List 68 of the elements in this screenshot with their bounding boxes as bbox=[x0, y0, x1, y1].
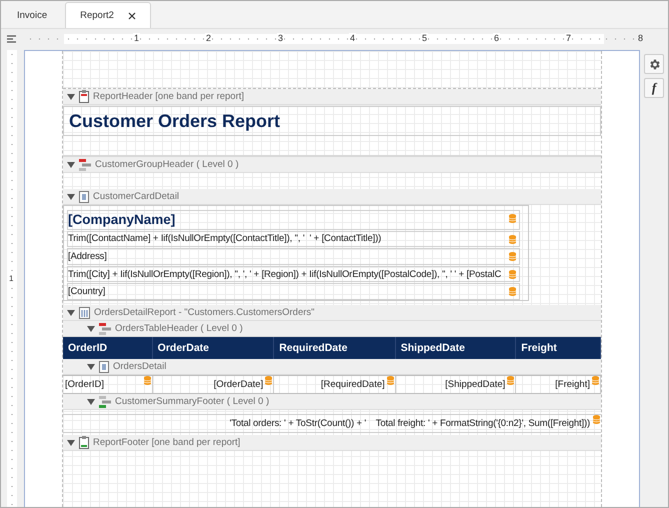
settings-icon bbox=[648, 58, 661, 70]
ruler-number: 1 bbox=[133, 32, 140, 42]
ruler-number: 7 bbox=[565, 32, 572, 42]
database-icon bbox=[592, 376, 599, 385]
database-icon bbox=[508, 234, 516, 244]
menu-icon[interactable] bbox=[7, 34, 16, 42]
band-header[interactable]: ReportHeader [one band per report] bbox=[62, 89, 601, 105]
document-tab[interactable]: Invoice bbox=[3, 2, 62, 28]
expand-arrow-icon[interactable] bbox=[66, 160, 75, 168]
ruler-number: 6 bbox=[493, 32, 500, 42]
band-label: OrdersTableHeader ( Level 0 ) bbox=[114, 323, 243, 334]
ruler-number: 8 bbox=[637, 32, 644, 42]
band-header[interactable]: CustomerGroupHeader ( Level 0 ) bbox=[62, 157, 601, 173]
database-icon bbox=[508, 252, 516, 262]
detail-report-icon bbox=[78, 306, 90, 318]
expand-arrow-icon[interactable] bbox=[66, 308, 75, 316]
detail-band-icon bbox=[98, 360, 109, 372]
band-header[interactable]: OrdersDetail bbox=[62, 359, 601, 375]
table-cell: [OrderDate] bbox=[214, 379, 264, 390]
table-cell: [RequiredDate] bbox=[320, 379, 385, 390]
band-label: CustomerCardDetail bbox=[92, 191, 180, 202]
band-label: ReportHeader [one band per report] bbox=[92, 91, 244, 102]
group-header-icon bbox=[78, 158, 91, 170]
group-footer-icon bbox=[98, 396, 111, 408]
expand-arrow-icon[interactable] bbox=[86, 398, 95, 406]
database-icon bbox=[508, 270, 516, 279]
ruler-number: 5 bbox=[421, 32, 428, 42]
expand-arrow-icon[interactable] bbox=[66, 92, 75, 100]
report-footer-icon bbox=[78, 436, 89, 449]
expand-arrow-icon[interactable] bbox=[66, 438, 75, 446]
band-label: ReportFooter [one band per report] bbox=[92, 437, 240, 448]
band-header[interactable]: CustomerCardDetail bbox=[62, 189, 601, 205]
summary-expression: 'Total orders: ' + ToStr(Count()) + ' Total freight: ' + FormatString('{0:n2}', Sum([Freight])) bbox=[230, 418, 590, 429]
table-cell: [ShippedDate] bbox=[445, 379, 506, 390]
band-header[interactable]: OrdersDetailReport - "Customers.CustomersOrders" bbox=[62, 305, 601, 321]
ruler-number: 2 bbox=[205, 32, 212, 42]
document-tab[interactable]: Report2 bbox=[65, 2, 151, 28]
close-icon[interactable] bbox=[128, 12, 136, 20]
expression-field: [Country] bbox=[68, 286, 106, 298]
table-cell: [OrderID] bbox=[64, 379, 104, 390]
band-label: CustomerSummaryFooter ( Level 0 ) bbox=[114, 396, 270, 407]
expand-arrow-icon[interactable] bbox=[86, 324, 95, 332]
database-icon bbox=[265, 376, 272, 385]
band-label: OrdersDetail bbox=[112, 361, 166, 372]
band-header[interactable]: CustomerSummaryFooter ( Level 0 ) bbox=[62, 394, 601, 410]
band-label: OrdersDetailReport - "Customers.CustomersOrders" bbox=[94, 307, 315, 318]
detail-band-icon bbox=[78, 190, 89, 202]
table-cell: [Freight] bbox=[555, 379, 590, 390]
database-icon bbox=[507, 376, 514, 385]
database-icon bbox=[508, 214, 516, 223]
ruler-number: 4 bbox=[349, 32, 356, 42]
database-icon bbox=[144, 376, 151, 385]
ruler-number: 3 bbox=[277, 32, 284, 42]
settings-button[interactable] bbox=[644, 54, 664, 74]
group-header-icon bbox=[98, 322, 111, 334]
company-name-field: [CompanyName] bbox=[68, 212, 176, 228]
report-header-icon bbox=[78, 90, 89, 103]
ruler-number: 1 bbox=[9, 274, 14, 283]
expression-field: [Address] bbox=[68, 250, 107, 262]
expression-button[interactable]: f bbox=[644, 78, 664, 98]
expand-arrow-icon[interactable] bbox=[86, 362, 95, 370]
band-header[interactable]: ReportFooter [one band per report] bbox=[62, 435, 601, 451]
report-title: Customer Orders Report bbox=[62, 106, 601, 136]
band-label: CustomerGroupHeader ( Level 0 ) bbox=[94, 159, 239, 170]
database-icon bbox=[386, 376, 394, 385]
expand-arrow-icon[interactable] bbox=[66, 192, 75, 200]
database-icon bbox=[508, 287, 516, 296]
band-header[interactable]: OrdersTableHeader ( Level 0 ) bbox=[62, 321, 601, 337]
